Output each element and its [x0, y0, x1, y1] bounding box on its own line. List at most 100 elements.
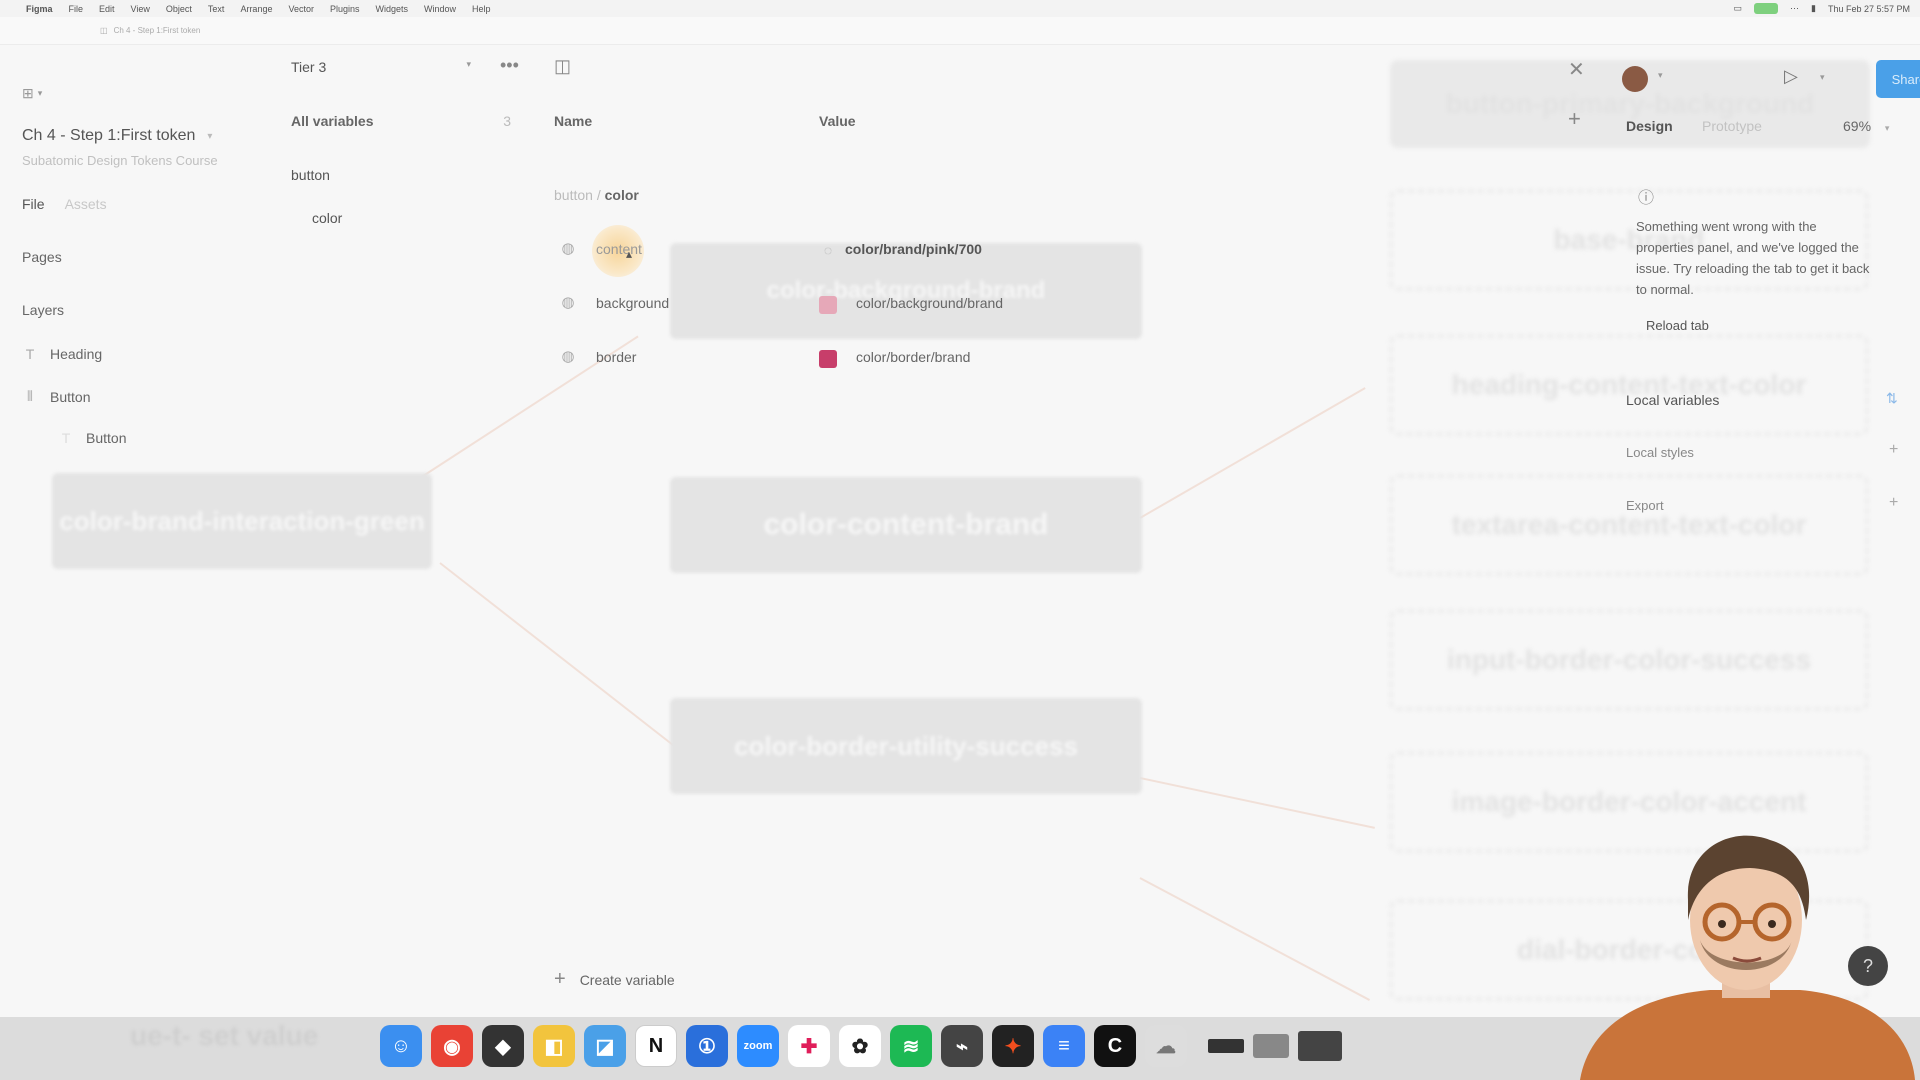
menu-item-text[interactable]: Text	[208, 4, 225, 14]
dock-glyph: zoom	[743, 1040, 773, 1052]
dock-icon-finder[interactable]: ☺	[380, 1025, 422, 1067]
chevron-down-icon[interactable]: ▾	[1658, 70, 1663, 81]
close-icon[interactable]: ✕	[1568, 57, 1585, 82]
dock-icon-1password[interactable]: ①	[686, 1025, 728, 1067]
collection-select[interactable]: Tier 3 ▾	[291, 59, 471, 75]
more-options-icon[interactable]: •••	[500, 55, 519, 76]
dock-icon-app2[interactable]: ◧	[533, 1025, 575, 1067]
layer-item[interactable]: ⫴ Button	[22, 388, 90, 405]
layer-label: Button	[50, 388, 91, 405]
dock-icon-chrome[interactable]: ◉	[431, 1025, 473, 1067]
layer-label: Heading	[50, 346, 103, 362]
present-icon[interactable]: ▷	[1784, 66, 1798, 87]
variable-name[interactable]: background	[596, 295, 669, 311]
layer-item[interactable]: T Heading	[22, 346, 102, 362]
dock: ☺ ◉ ◆ ◧ ◪ N ① zoom ✚ ✿ ≋ ⌁ ✦ ≡ C ☁	[380, 1018, 1342, 1074]
create-variable-label: Create variable	[579, 971, 675, 988]
menu-item-widgets[interactable]: Widgets	[376, 4, 409, 14]
tab-prototype[interactable]: Prototype	[1702, 118, 1762, 134]
menu-bar: Figma File Edit View Object Text Arrange…	[0, 0, 1920, 17]
menu-item-file[interactable]: File	[69, 4, 84, 14]
adjust-icon[interactable]: ⇅	[1886, 390, 1898, 407]
menu-item-window[interactable]: Window	[424, 4, 456, 14]
menu-item-edit[interactable]: Edit	[99, 4, 115, 14]
chevron-down-icon: ▾	[207, 130, 213, 142]
canvas-node: heading-content-text-color	[1390, 335, 1868, 435]
file-tab[interactable]: Ch 4 - Step 1:First token	[114, 26, 201, 35]
dock-icon-app5[interactable]: ☁	[1145, 1025, 1187, 1067]
variable-name[interactable]: content	[596, 241, 642, 257]
dock-icon-figma[interactable]: ✦	[992, 1025, 1034, 1067]
tab-assets[interactable]: Assets	[65, 196, 107, 212]
toggle-sidebar-icon[interactable]: ◫	[554, 56, 571, 77]
variable-row[interactable]: ◍ background color/background/brand	[554, 291, 1154, 319]
file-title[interactable]: Ch 4 - Step 1:First token ▾	[22, 127, 212, 145]
menu-item-help[interactable]: Help	[472, 4, 491, 14]
text-icon: T	[25, 346, 35, 362]
dock-printer-icon[interactable]	[1253, 1034, 1289, 1058]
dock-glyph: ≋	[902, 1035, 920, 1058]
layer-item[interactable]: T Button	[58, 430, 127, 446]
dock-icon-app[interactable]: ◆	[482, 1025, 524, 1067]
warning-icon: ⓘ	[1638, 190, 1655, 207]
color-variable-icon: ◍	[561, 348, 575, 365]
dock-icon-notion[interactable]: N	[635, 1025, 677, 1067]
variable-value[interactable]: color/background/brand	[856, 295, 1003, 311]
main-menu[interactable]: ⊞ ▾	[22, 85, 42, 102]
battery-icon[interactable]: ▮	[1811, 3, 1816, 14]
pages-heading[interactable]: Pages	[22, 249, 62, 265]
zoom-level[interactable]: 69% ▾	[1843, 118, 1889, 134]
variable-value[interactable]: color/brand/pink/700	[845, 241, 982, 257]
menu-item-vector[interactable]: Vector	[288, 4, 314, 14]
dock-icon-docs[interactable]: ≡	[1043, 1025, 1085, 1067]
local-styles-item[interactable]: Local styles	[1626, 445, 1694, 460]
group-item-color[interactable]: color	[312, 210, 342, 226]
dock-icon-app4[interactable]: ⌁	[941, 1025, 983, 1067]
variable-value[interactable]: color/border/brand	[856, 349, 970, 365]
file-subtitle[interactable]: Subatomic Design Tokens Course	[22, 153, 218, 168]
menu-item-view[interactable]: View	[131, 4, 150, 14]
variable-row[interactable]: ◍ border color/border/brand	[554, 345, 1154, 373]
menu-item-arrange[interactable]: Arrange	[240, 4, 272, 14]
local-variables-item[interactable]: Local variables	[1626, 392, 1719, 408]
dock-icon-app3[interactable]: ◪	[584, 1025, 626, 1067]
variable-name[interactable]: border	[596, 349, 636, 365]
frame-icon: ⫴	[27, 388, 33, 404]
tab-design[interactable]: Design	[1626, 118, 1673, 134]
chevron-down-icon: ▾	[466, 59, 471, 69]
dock-glyph: ✚	[800, 1035, 818, 1058]
export-item[interactable]: Export	[1626, 498, 1664, 513]
dock-folder-icon[interactable]	[1208, 1039, 1244, 1053]
menu-item-object[interactable]: Object	[166, 4, 192, 14]
dock-glyph: N	[648, 1034, 664, 1057]
dock-icon-spotify[interactable]: ≋	[890, 1025, 932, 1067]
reload-tab-button[interactable]: Reload tab	[1646, 318, 1709, 333]
all-variables-count: 3	[503, 113, 511, 129]
dock-trash-icon[interactable]	[1298, 1031, 1342, 1061]
add-export-icon[interactable]: +	[1889, 494, 1898, 512]
add-style-icon[interactable]: +	[1889, 441, 1898, 459]
group-item-button[interactable]: button	[291, 167, 330, 183]
screen-icon[interactable]: ▭	[1733, 3, 1742, 14]
file-tab-icon: ◫	[100, 26, 108, 35]
dock-icon-slack[interactable]: ✚	[788, 1025, 830, 1067]
recording-indicator[interactable]	[1754, 3, 1778, 14]
left-panel-tabs: File Assets	[22, 196, 107, 212]
more-icon[interactable]: ⋯	[1790, 3, 1799, 14]
menu-item-figma[interactable]: Figma	[26, 4, 53, 14]
add-icon[interactable]: +	[1568, 106, 1581, 132]
menu-bar-status: ▭ ⋯ ▮ Thu Feb 27 5:57 PM	[1733, 3, 1910, 14]
dock-glyph: ◪	[595, 1035, 615, 1058]
dock-icon-capcut[interactable]: C	[1094, 1025, 1136, 1067]
create-variable-button[interactable]: + Create variable	[554, 968, 675, 991]
variable-row[interactable]: ◍ content ▴ ◌ color/brand/pink/700	[554, 225, 1154, 277]
tab-file[interactable]: File	[22, 196, 45, 212]
all-variables-item[interactable]: All variables 3	[291, 113, 511, 129]
share-button[interactable]: Share	[1876, 60, 1920, 98]
dock-icon-zoom[interactable]: zoom	[737, 1025, 779, 1067]
chevron-down-icon[interactable]: ▾	[1820, 72, 1825, 83]
dock-icon-chatgpt[interactable]: ✿	[839, 1025, 881, 1067]
menu-item-plugins[interactable]: Plugins	[330, 4, 360, 14]
avatar[interactable]	[1622, 66, 1648, 92]
menu-clock[interactable]: Thu Feb 27 5:57 PM	[1828, 4, 1910, 14]
